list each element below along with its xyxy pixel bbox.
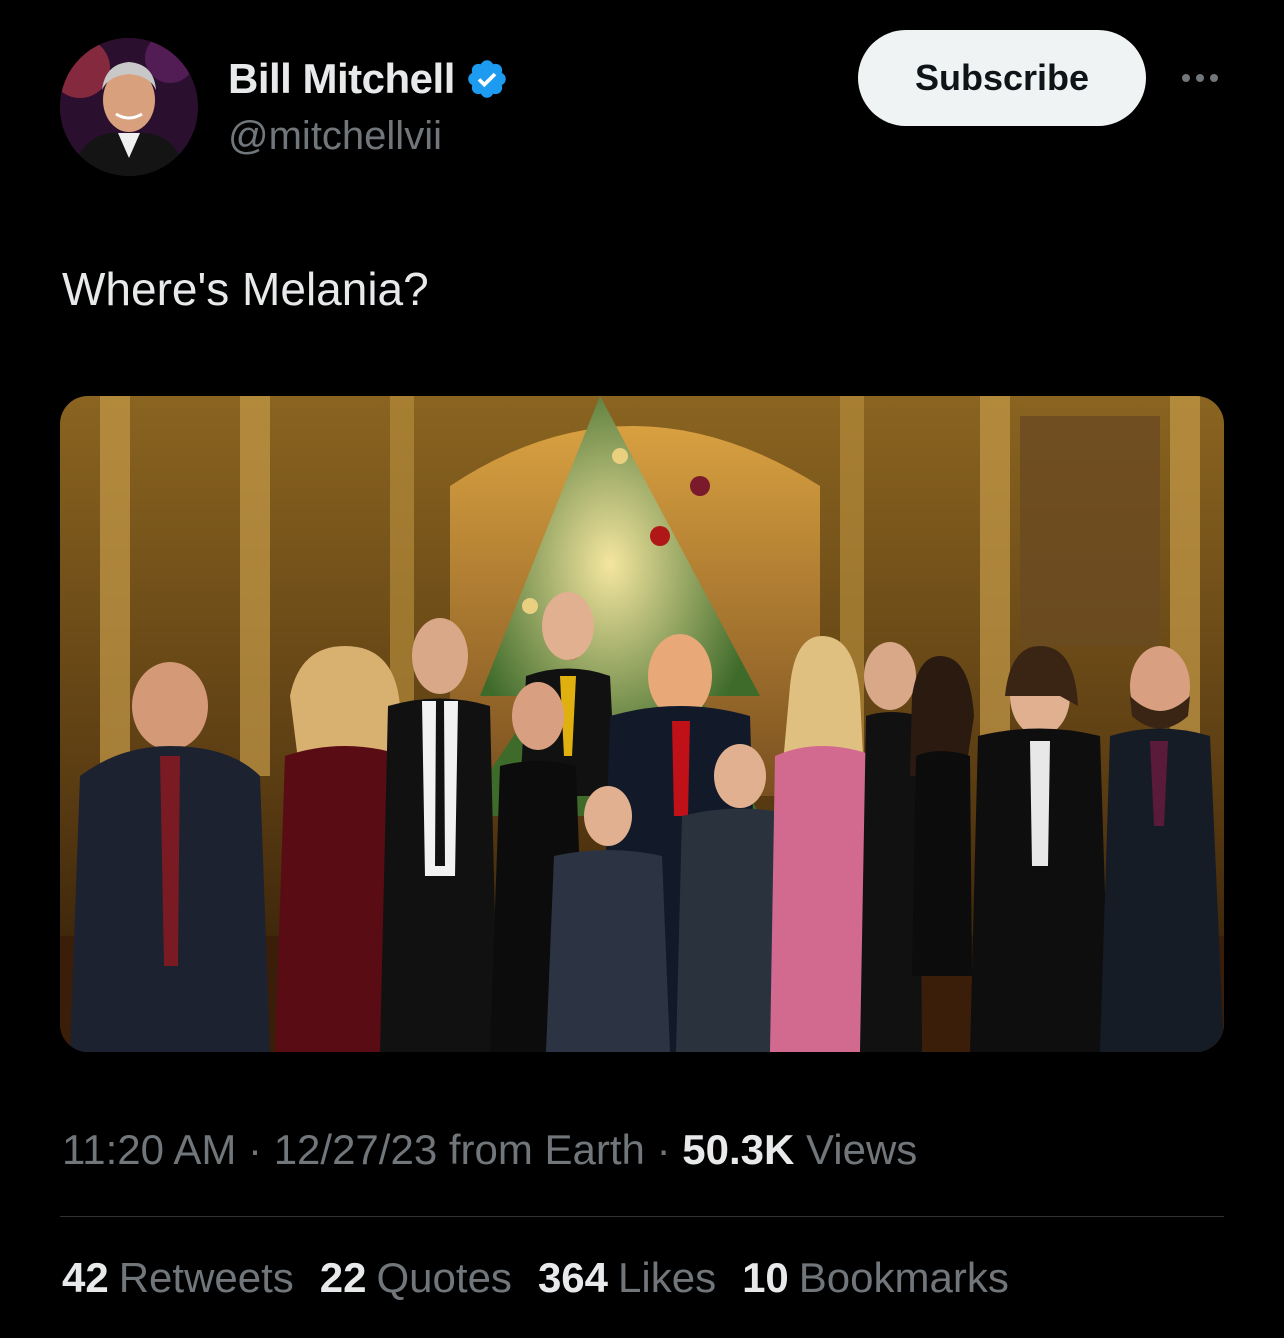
bookmarks-count: 10 <box>742 1254 789 1301</box>
author-avatar[interactable] <box>60 38 198 176</box>
views-count: 50.3K <box>682 1126 795 1173</box>
author-name-row: Bill Mitchell <box>228 54 509 104</box>
family-christmas-photo <box>60 396 1224 1052</box>
divider <box>60 1216 1224 1217</box>
likes-stat[interactable]: 364 Likes <box>538 1254 716 1302</box>
retweets-count: 42 <box>62 1254 109 1301</box>
tweet-date-source[interactable]: 12/27/23 from Earth <box>274 1126 645 1173</box>
bookmarks-stat[interactable]: 10 Bookmarks <box>742 1254 1009 1302</box>
retweets-label: Retweets <box>118 1254 294 1301</box>
tweet-time[interactable]: 11:20 AM <box>62 1126 236 1173</box>
engagement-stats: 42 Retweets 22 Quotes 364 Likes 10 Bookmarks <box>62 1254 1009 1302</box>
tweet-photo[interactable] <box>60 396 1224 1052</box>
tweet-text: Where's Melania? <box>62 263 429 315</box>
subscribe-button[interactable]: Subscribe <box>858 30 1146 126</box>
quotes-count: 22 <box>319 1254 367 1301</box>
bookmarks-label: Bookmarks <box>798 1254 1009 1301</box>
more-dots-icon[interactable] <box>1170 58 1230 98</box>
retweets-stat[interactable]: 42 Retweets <box>62 1254 294 1302</box>
verified-badge-icon[interactable] <box>465 57 509 101</box>
likes-label: Likes <box>618 1254 717 1301</box>
likes-count: 364 <box>537 1254 609 1301</box>
author-handle[interactable]: @mitchellvii <box>228 114 442 159</box>
views-label: Views <box>806 1126 918 1173</box>
meta-separator: · <box>248 1126 263 1173</box>
quotes-stat[interactable]: 22 Quotes <box>320 1254 512 1302</box>
avatar-portrait <box>60 38 198 176</box>
author-name[interactable]: Bill Mitchell <box>228 55 455 103</box>
quotes-label: Quotes <box>376 1254 512 1301</box>
tweet-meta: 11:20 AM · 12/27/23 from Earth · 50.3K V… <box>62 1126 917 1174</box>
meta-separator-2: · <box>656 1126 671 1173</box>
